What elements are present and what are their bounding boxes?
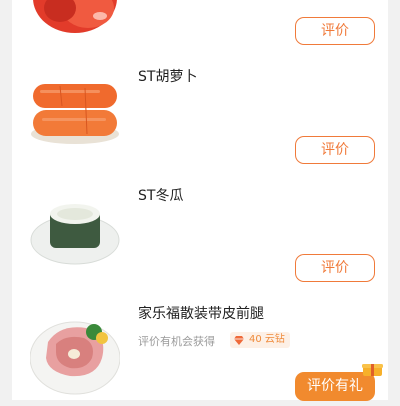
review-button[interactable]: 评价 <box>295 136 375 164</box>
review-button[interactable]: 评价 <box>295 17 375 45</box>
tomato-image[interactable] <box>30 0 120 40</box>
product-name[interactable]: 家乐福散装带皮前腿 <box>138 303 264 323</box>
diamond-icon <box>234 336 244 345</box>
pork-leg-image[interactable] <box>29 312 121 402</box>
review-with-gift-button[interactable]: 评价有礼 <box>295 372 375 401</box>
gift-box-icon <box>362 364 383 376</box>
product-name[interactable]: ST胡萝卜 <box>138 66 197 86</box>
reward-badge: 40 云钻 <box>230 332 290 348</box>
carrot-image[interactable] <box>30 70 120 160</box>
reward-amount: 40 云钻 <box>249 334 285 345</box>
review-reward-hint: 评价有机会获得 <box>138 335 215 348</box>
pending-review-list: 评价 ST胡萝卜 评价 ST冬瓜 评价 家乐福散装带皮前腿 评价有机会获得 40… <box>12 0 388 402</box>
winter-melon-image[interactable] <box>30 188 120 278</box>
product-name[interactable]: ST冬瓜 <box>138 185 183 205</box>
review-button[interactable]: 评价 <box>295 254 375 282</box>
